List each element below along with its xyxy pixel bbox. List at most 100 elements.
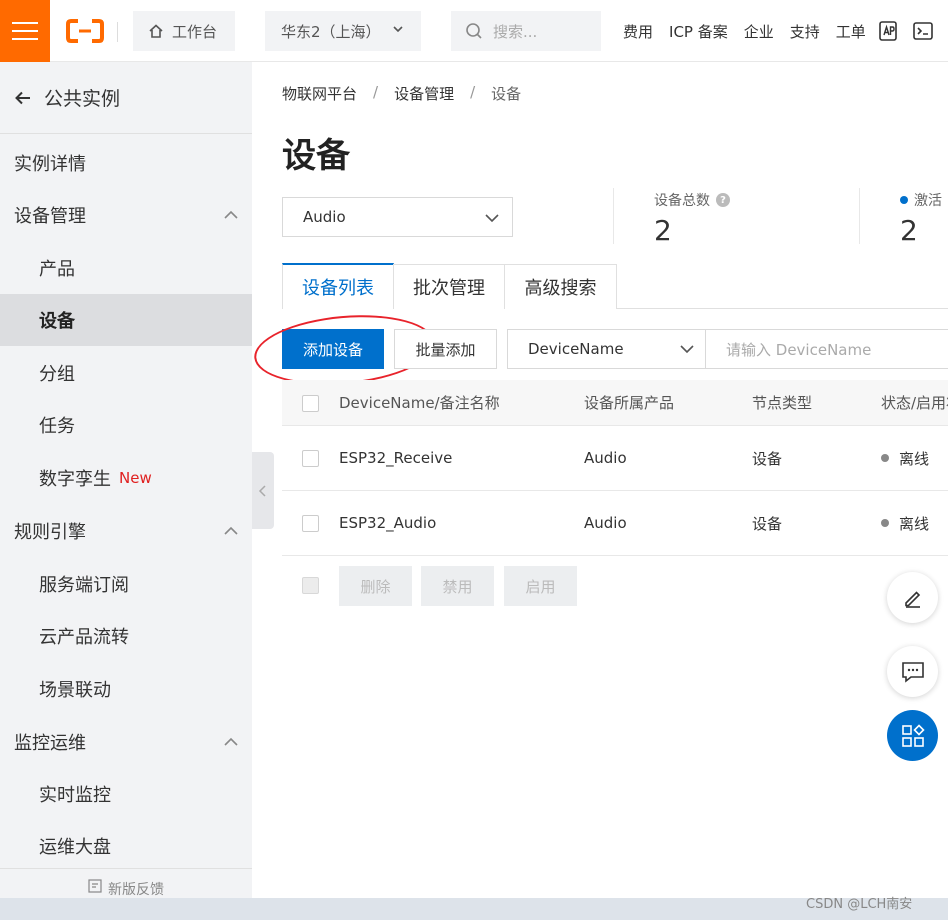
sidebar-group-monitoring[interactable]: 监控运维 xyxy=(0,716,252,768)
breadcrumb-device-management[interactable]: 设备管理 xyxy=(394,83,454,104)
tab-advanced-search[interactable]: 高级搜索 xyxy=(504,264,617,309)
table-header: DeviceName/备注名称 设备所属产品 节点类型 状态/启用状态 xyxy=(282,380,948,426)
workbench-label: 工作台 xyxy=(172,22,218,41)
sidebar-item-task[interactable]: 任务 xyxy=(0,399,252,451)
link-fees[interactable]: 费用 xyxy=(623,21,653,42)
edit-fab[interactable] xyxy=(887,572,938,623)
select-all-checkbox[interactable] xyxy=(302,395,319,412)
device-name[interactable]: ESP32_Receive xyxy=(339,426,452,490)
sidebar-item-realtime-monitor[interactable]: 实时监控 xyxy=(0,768,252,820)
divider xyxy=(117,22,118,42)
tab-bar: 设备列表 批次管理 高级搜索 xyxy=(282,263,948,309)
column-header-status: 状态/启用状态 xyxy=(881,394,948,412)
stat-total-text: 设备总数 xyxy=(654,193,710,209)
stat-active-text: 激活 xyxy=(914,193,942,209)
sidebar-item-label: 服务端订阅 xyxy=(39,575,129,596)
sidebar-item-server-subscription[interactable]: 服务端订阅 xyxy=(0,558,252,610)
delete-button[interactable]: 删除 xyxy=(339,566,412,606)
breadcrumb-iot-platform[interactable]: 物联网平台 xyxy=(282,83,357,104)
status-text: 离线 xyxy=(899,514,930,533)
row-checkbox[interactable] xyxy=(302,515,319,532)
arrow-left-icon xyxy=(15,91,30,104)
menu-icon[interactable] xyxy=(0,0,50,62)
product-select[interactable]: Audio xyxy=(282,197,513,237)
search-field-select[interactable]: DeviceName xyxy=(507,329,706,369)
new-badge: New xyxy=(119,469,152,487)
sidebar-item-product[interactable]: 产品 xyxy=(0,242,252,294)
breadcrumb-separator: / xyxy=(373,83,379,101)
sidebar-item-data-forwarding[interactable]: 云产品流转 xyxy=(0,610,252,662)
terminal-icon[interactable] xyxy=(912,20,934,42)
chevron-up-icon xyxy=(224,210,238,219)
device-search-input[interactable]: 请输入 DeviceName xyxy=(705,329,948,369)
device-name[interactable]: ESP32_Audio xyxy=(339,491,436,555)
help-icon[interactable]: ? xyxy=(716,193,730,207)
chevron-down-icon xyxy=(680,345,694,354)
sidebar-item-device[interactable]: 设备 xyxy=(0,294,252,346)
chevron-down-icon xyxy=(393,26,403,33)
feedback-link[interactable]: 新版反馈 xyxy=(0,868,252,898)
link-support[interactable]: 支持 xyxy=(790,21,820,42)
chat-fab[interactable] xyxy=(887,646,938,697)
enable-button[interactable]: 启用 xyxy=(504,566,577,606)
sidebar-item-label: 产品 xyxy=(39,259,75,280)
disable-button[interactable]: 禁用 xyxy=(421,566,494,606)
back-label: 公共实例 xyxy=(44,88,121,110)
sidebar-item-instance-detail[interactable]: 实例详情 xyxy=(0,137,252,189)
add-device-button[interactable]: 添加设备 xyxy=(282,329,384,369)
region-select[interactable]: 华东2（上海） xyxy=(265,11,421,51)
sidebar-item-label: 规则引擎 xyxy=(14,522,86,543)
device-status: 离线 xyxy=(881,491,929,555)
search-icon xyxy=(466,23,482,39)
column-header-product: 设备所属产品 xyxy=(584,394,675,412)
apps-fab[interactable] xyxy=(887,710,938,761)
stat-total-label: 设备总数 ? xyxy=(654,190,730,210)
sidebar-item-label: 场景联动 xyxy=(39,680,111,701)
sidebar-group-device-management[interactable]: 设备管理 xyxy=(0,189,252,241)
workbench-button[interactable]: 工作台 xyxy=(133,11,235,51)
status-dot-icon xyxy=(900,196,908,204)
device-product: Audio xyxy=(584,449,627,467)
breadcrumb: 物联网平台 / 设备管理 / 设备 xyxy=(282,83,521,104)
bulk-select-checkbox[interactable] xyxy=(302,577,319,594)
message-icon xyxy=(901,661,924,683)
feedback-label: 新版反馈 xyxy=(108,882,164,898)
sidebar-item-label: 设备管理 xyxy=(14,206,86,227)
status-text: 离线 xyxy=(899,449,930,468)
tab-batch-management[interactable]: 批次管理 xyxy=(393,264,505,309)
link-enterprise[interactable]: 企业 xyxy=(744,21,774,42)
sidebar-item-label: 任务 xyxy=(39,416,75,437)
back-to-instances[interactable]: 公共实例 xyxy=(0,62,252,134)
sidebar-item-digital-twin[interactable]: 数字孪生 New xyxy=(0,452,252,504)
column-header-node-type: 节点类型 xyxy=(752,394,813,412)
aliyun-logo[interactable] xyxy=(66,18,104,44)
tab-device-list[interactable]: 设备列表 xyxy=(282,263,394,309)
product-select-value: Audio xyxy=(303,208,346,226)
device-status: 离线 xyxy=(881,426,929,490)
sidebar-item-label: 分组 xyxy=(39,364,75,385)
row-checkbox[interactable] xyxy=(302,450,319,467)
stat-active-value: 2 xyxy=(900,214,918,247)
chevron-up-icon xyxy=(224,737,238,746)
sidebar-item-label: 设备 xyxy=(39,311,75,332)
sidebar-item-label: 数字孪生 xyxy=(39,469,111,490)
chevron-down-icon xyxy=(485,214,499,223)
top-bar: 工作台 华东2（上海） 搜索... 费用 ICP 备案 企业 支持 工单 xyxy=(0,0,948,62)
sidebar-item-group[interactable]: 分组 xyxy=(0,347,252,399)
app-icon[interactable] xyxy=(877,20,899,42)
sidebar-group-rule-engine[interactable]: 规则引擎 xyxy=(0,505,252,557)
search-placeholder: 搜索... xyxy=(493,22,538,41)
batch-add-button[interactable]: 批量添加 xyxy=(394,329,497,369)
sidebar-item-ops-dashboard[interactable]: 运维大盘 xyxy=(0,820,252,872)
table-row: ESP32_Receive Audio 设备 离线 xyxy=(282,426,948,491)
device-node-type: 设备 xyxy=(752,514,783,533)
link-ticket[interactable]: 工单 xyxy=(836,21,866,42)
sidebar-collapse-toggle[interactable] xyxy=(252,452,274,529)
global-search[interactable]: 搜索... xyxy=(451,11,601,51)
column-header-name[interactable]: DeviceName/备注名称 xyxy=(339,380,500,425)
sidebar-item-label: 监控运维 xyxy=(14,733,86,754)
link-icp[interactable]: ICP 备案 xyxy=(669,21,728,42)
home-icon xyxy=(149,24,163,38)
sidebar-item-scene-linkage[interactable]: 场景联动 xyxy=(0,663,252,715)
status-dot-icon xyxy=(881,454,889,462)
